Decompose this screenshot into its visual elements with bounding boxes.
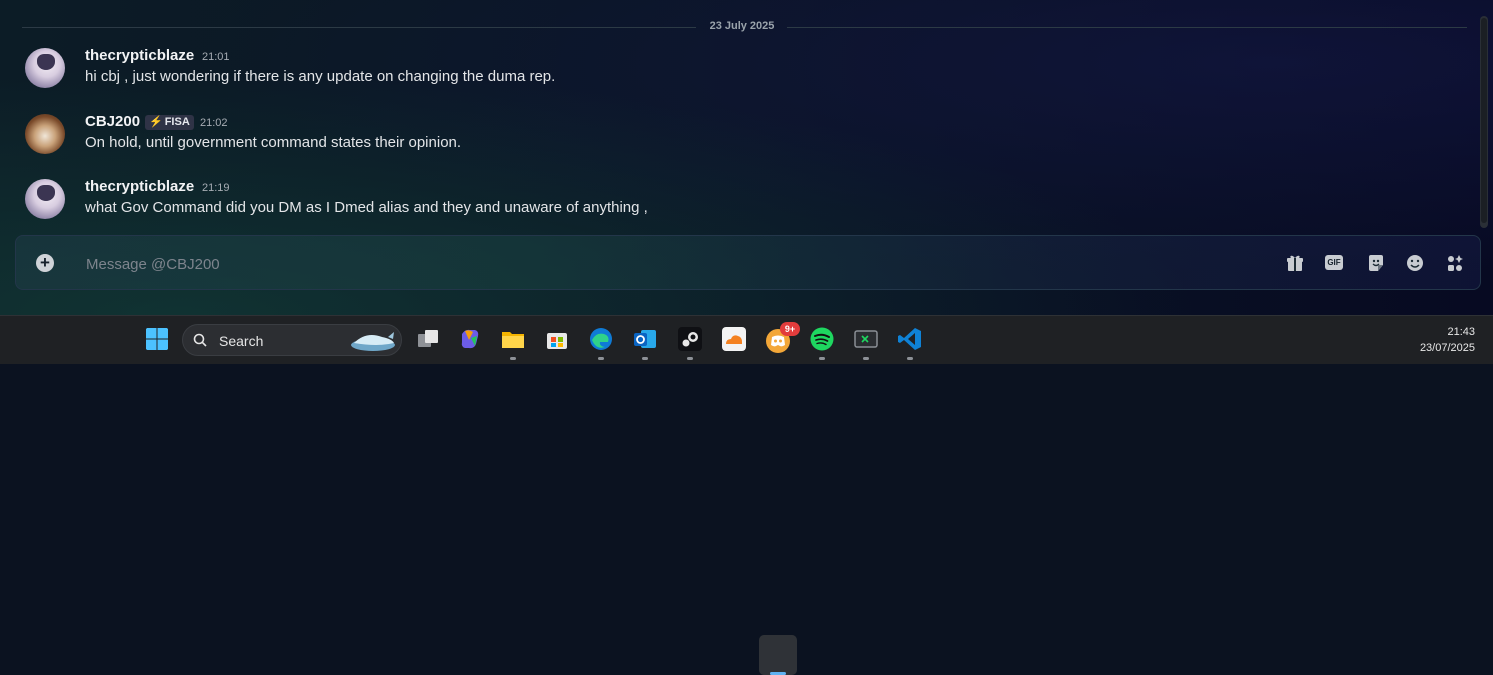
copilot-icon[interactable] <box>457 326 483 352</box>
chat-scrollbar[interactable] <box>1480 16 1488 228</box>
clock-time: 21:43 <box>1447 326 1475 338</box>
message-timestamp: 21:19 <box>202 182 230 194</box>
chat-area: 23 July 2025 thecrypticblaze 21:01 hi cb… <box>0 0 1493 315</box>
running-indicator <box>907 357 913 360</box>
system-clock[interactable]: 21:43 23/07/2025 <box>1420 324 1475 356</box>
edge-icon[interactable] <box>588 326 614 352</box>
message-author[interactable]: thecrypticblaze <box>85 47 194 64</box>
message-timestamp: 21:02 <box>200 117 228 129</box>
date-divider-line-right <box>787 27 1467 28</box>
apps-icon[interactable] <box>1445 253 1465 273</box>
running-indicator <box>687 357 693 360</box>
store-icon[interactable] <box>544 326 570 352</box>
taskbar-search[interactable]: Search <box>182 324 402 356</box>
server-tag[interactable]: ⚡ FISA <box>145 115 194 130</box>
message: thecrypticblaze 21:19 what Gov Command d… <box>0 175 1470 225</box>
task-view-icon[interactable] <box>415 326 441 352</box>
avatar[interactable] <box>25 179 65 219</box>
vscode-icon[interactable] <box>897 326 923 352</box>
message-composer: + GIF <box>15 235 1481 290</box>
running-indicator <box>598 357 604 360</box>
running-indicator <box>863 357 869 360</box>
notification-badge: 9+ <box>780 322 800 336</box>
clock-date: 23/07/2025 <box>1419 342 1475 354</box>
message-author[interactable]: thecrypticblaze <box>85 178 194 195</box>
avatar[interactable] <box>25 114 65 154</box>
running-indicator <box>819 357 825 360</box>
message-content: what Gov Command did you DM as I Dmed al… <box>85 199 648 216</box>
date-divider: 23 July 2025 <box>709 20 775 32</box>
avatar[interactable] <box>25 48 65 88</box>
active-app-highlight <box>759 635 797 675</box>
bolt-icon: ⚡ <box>149 116 163 128</box>
date-divider-line-left <box>22 27 696 28</box>
attach-plus-icon[interactable]: + <box>36 254 54 272</box>
emoji-icon[interactable] <box>1405 253 1425 273</box>
running-indicator <box>642 357 648 360</box>
cloudflare-icon[interactable] <box>721 326 747 352</box>
taskbar: Search 21:43 23/07/2025 <box>0 315 1493 675</box>
spotify-icon[interactable] <box>809 326 835 352</box>
search-icon <box>193 333 207 347</box>
file-explorer-icon[interactable] <box>500 326 526 352</box>
running-indicator <box>510 357 516 360</box>
terminal-icon[interactable] <box>853 326 879 352</box>
steam-icon[interactable] <box>677 326 703 352</box>
gift-icon[interactable] <box>1285 253 1305 273</box>
message: thecrypticblaze 21:01 hi cbj , just wond… <box>0 44 1470 94</box>
message-content: hi cbj , just wondering if there is any … <box>85 68 556 85</box>
message-input[interactable] <box>84 252 1268 276</box>
message: CBJ200 ⚡ FISA 21:02 On hold, until govern… <box>0 110 1470 160</box>
message-author[interactable]: CBJ200 <box>85 113 140 130</box>
search-label: Search <box>219 333 264 349</box>
sticker-icon[interactable] <box>1366 253 1386 273</box>
start-icon[interactable] <box>145 327 169 351</box>
whale-highlight-icon <box>351 332 395 351</box>
message-content: On hold, until government command states… <box>85 134 462 151</box>
message-timestamp: 21:01 <box>202 51 230 63</box>
outlook-icon[interactable] <box>632 326 658 352</box>
gif-icon[interactable]: GIF <box>1325 255 1343 270</box>
